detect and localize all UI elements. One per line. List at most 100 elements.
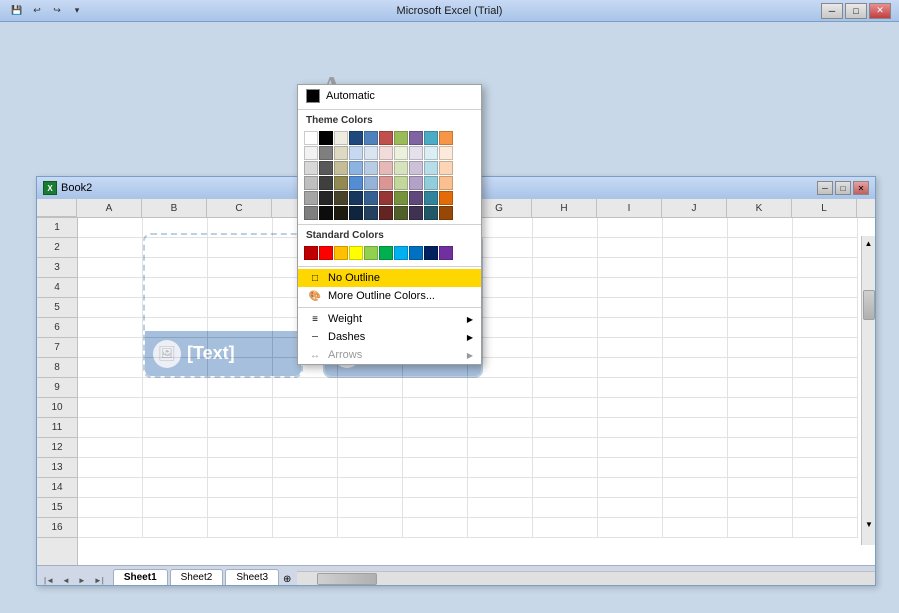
close-button[interactable]: ✕	[869, 3, 891, 19]
weight-option[interactable]: ≡ Weight ▶	[298, 310, 481, 328]
tc-r5-4[interactable]	[364, 206, 378, 220]
sheet-tab-3[interactable]: Sheet3	[225, 569, 279, 585]
redo-button[interactable]: ↪	[48, 3, 66, 19]
sheet-tab-2[interactable]: Sheet2	[170, 569, 224, 585]
sc-yellow[interactable]	[349, 246, 363, 260]
excel-close[interactable]: ✕	[853, 181, 869, 195]
tc-r2-3[interactable]	[349, 161, 363, 175]
tab-last[interactable]: ►|	[91, 576, 107, 585]
tc-r3-3[interactable]	[349, 176, 363, 190]
tc-r5-3[interactable]	[349, 206, 363, 220]
tab-next[interactable]: ►	[75, 576, 89, 585]
sc-blue[interactable]	[409, 246, 423, 260]
excel-minimize[interactable]: ─	[817, 181, 833, 195]
tc-r1-1[interactable]	[319, 146, 333, 160]
tc-r3-6[interactable]	[394, 176, 408, 190]
tc-r2-4[interactable]	[364, 161, 378, 175]
tc-r2-0[interactable]	[304, 161, 318, 175]
tc-r1-3[interactable]	[349, 146, 363, 160]
tc-r3-0[interactable]	[304, 176, 318, 190]
col-header-h[interactable]: H	[532, 199, 597, 217]
row-13[interactable]: 13	[37, 458, 77, 478]
tc-r2-5[interactable]	[379, 161, 393, 175]
sc-darkblue[interactable]	[424, 246, 438, 260]
color-black[interactable]	[319, 131, 333, 145]
tc-r4-8[interactable]	[424, 191, 438, 205]
tc-r4-2[interactable]	[334, 191, 348, 205]
col-header-j[interactable]: J	[662, 199, 727, 217]
tc-r2-8[interactable]	[424, 161, 438, 175]
row-4[interactable]: 4	[37, 278, 77, 298]
color-white[interactable]	[304, 131, 318, 145]
sc-red[interactable]	[319, 246, 333, 260]
tc-r2-7[interactable]	[409, 161, 423, 175]
color-green[interactable]	[394, 131, 408, 145]
tc-r4-4[interactable]	[364, 191, 378, 205]
tc-r1-9[interactable]	[439, 146, 453, 160]
row-1[interactable]: 1	[37, 218, 77, 238]
row-15[interactable]: 15	[37, 498, 77, 518]
col-header-b[interactable]: B	[142, 199, 207, 217]
tc-r1-0[interactable]	[304, 146, 318, 160]
vertical-scrollbar[interactable]: ▲ ▼	[861, 236, 875, 545]
tc-r1-2[interactable]	[334, 146, 348, 160]
row-3[interactable]: 3	[37, 258, 77, 278]
tc-r4-3[interactable]	[349, 191, 363, 205]
tc-r2-6[interactable]	[394, 161, 408, 175]
row-11[interactable]: 11	[37, 418, 77, 438]
sheet-tab-1[interactable]: Sheet1	[113, 569, 168, 585]
row-7[interactable]: 7	[37, 338, 77, 358]
undo-button[interactable]: ↩	[28, 3, 46, 19]
tc-r5-6[interactable]	[394, 206, 408, 220]
col-header-i[interactable]: I	[597, 199, 662, 217]
tc-r1-8[interactable]	[424, 146, 438, 160]
color-blue[interactable]	[364, 131, 378, 145]
tc-r1-7[interactable]	[409, 146, 423, 160]
tab-first[interactable]: |◄	[41, 576, 57, 585]
row-8[interactable]: 8	[37, 358, 77, 378]
sc-purple[interactable]	[439, 246, 453, 260]
tc-r5-7[interactable]	[409, 206, 423, 220]
tc-r5-8[interactable]	[424, 206, 438, 220]
color-orange[interactable]	[439, 131, 453, 145]
tc-r3-5[interactable]	[379, 176, 393, 190]
tc-r4-6[interactable]	[394, 191, 408, 205]
tc-r2-2[interactable]	[334, 161, 348, 175]
color-red[interactable]	[379, 131, 393, 145]
tc-r2-9[interactable]	[439, 161, 453, 175]
color-cream[interactable]	[334, 131, 348, 145]
arrows-option[interactable]: ↔ Arrows ▶	[298, 346, 481, 364]
maximize-button[interactable]: □	[845, 3, 867, 19]
sc-lightgreen[interactable]	[364, 246, 378, 260]
row-12[interactable]: 12	[37, 438, 77, 458]
row-2[interactable]: 2	[37, 238, 77, 258]
col-header-l[interactable]: L	[792, 199, 857, 217]
col-header-c[interactable]: C	[207, 199, 272, 217]
tc-r3-8[interactable]	[424, 176, 438, 190]
color-purple[interactable]	[409, 131, 423, 145]
tc-r3-2[interactable]	[334, 176, 348, 190]
tc-r4-5[interactable]	[379, 191, 393, 205]
tc-r5-9[interactable]	[439, 206, 453, 220]
color-darkblue[interactable]	[349, 131, 363, 145]
row-5[interactable]: 5	[37, 298, 77, 318]
scroll-up-arrow[interactable]: ▲	[862, 236, 875, 250]
save-button[interactable]: 💾	[8, 3, 26, 19]
tc-r5-1[interactable]	[319, 206, 333, 220]
tc-r2-1[interactable]	[319, 161, 333, 175]
sc-lightblue[interactable]	[394, 246, 408, 260]
tc-r3-7[interactable]	[409, 176, 423, 190]
col-header-k[interactable]: K	[727, 199, 792, 217]
sc-green[interactable]	[379, 246, 393, 260]
tc-r5-0[interactable]	[304, 206, 318, 220]
row-10[interactable]: 10	[37, 398, 77, 418]
tc-r3-1[interactable]	[319, 176, 333, 190]
no-outline-option[interactable]: □ No Outline	[298, 269, 481, 287]
excel-restore[interactable]: □	[835, 181, 851, 195]
row-14[interactable]: 14	[37, 478, 77, 498]
scroll-down-arrow[interactable]: ▼	[862, 517, 875, 531]
tc-r4-7[interactable]	[409, 191, 423, 205]
tc-r4-1[interactable]	[319, 191, 333, 205]
color-lightblue[interactable]	[424, 131, 438, 145]
tc-r3-9[interactable]	[439, 176, 453, 190]
